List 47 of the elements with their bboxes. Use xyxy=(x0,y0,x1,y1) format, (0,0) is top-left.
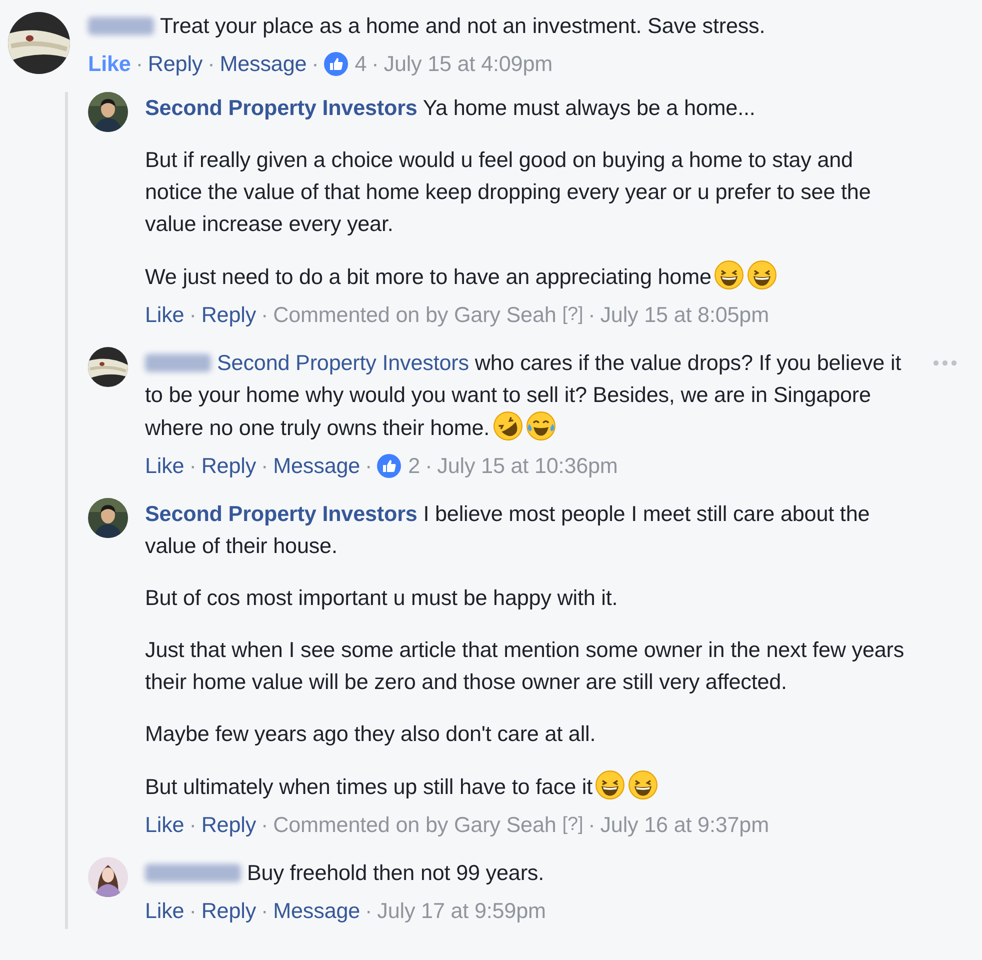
action-link[interactable]: Message xyxy=(220,46,307,82)
commented-by-note: Commented on by Gary Seah xyxy=(273,811,556,839)
comment-text: Buy freehold then not 99 years. xyxy=(145,857,907,889)
author-name[interactable]: Second Property Investors xyxy=(145,95,418,120)
separator-dot: · xyxy=(189,301,196,329)
separator-dot: · xyxy=(312,50,319,78)
separator-dot: · xyxy=(588,811,596,839)
like-link[interactable]: Like xyxy=(145,448,184,484)
separator-dot: · xyxy=(261,452,268,480)
like-link[interactable]: Like xyxy=(145,893,184,929)
comment-text: Just that when I see some article that mention some owner in the next few years their home value will be zero and those owner are still very affected. xyxy=(145,636,906,696)
comment-text: We just need to do a bit more to have an appreciating home xyxy=(145,260,907,293)
action-link[interactable]: Reply xyxy=(201,893,256,929)
action-link[interactable]: Reply xyxy=(201,448,256,484)
separator-dot: · xyxy=(261,897,268,925)
comment-text: Second Property Investors I believe most people I meet still care about the value of their house. xyxy=(145,500,871,560)
like-link[interactable]: Like xyxy=(145,807,184,843)
like-count: 2 xyxy=(408,452,420,480)
comment-text: But ultimately when times up still have to face it xyxy=(145,770,907,803)
separator-dot: · xyxy=(425,452,432,480)
action-link[interactable]: Reply xyxy=(201,807,256,843)
comment-text: But of cos most important u must be happy with it. xyxy=(145,584,619,612)
separator-dot: · xyxy=(588,301,596,329)
separator-dot: · xyxy=(261,301,268,329)
comment-text: Treat your place as a home and not an investment. Save stress. xyxy=(88,10,878,42)
commented-by-note: Commented on by Gary Seah xyxy=(273,301,556,329)
separator-dot: · xyxy=(208,50,215,78)
separator-dot: · xyxy=(365,897,372,925)
action-link[interactable]: Reply xyxy=(201,297,256,333)
separator-dot: · xyxy=(189,897,196,925)
separator-dot: · xyxy=(365,452,372,480)
comment-text: Second Property Investors Ya home must always be a home... xyxy=(145,94,756,122)
separator-dot: · xyxy=(189,811,196,839)
comment-text: Maybe few years ago they also don't care at all. xyxy=(145,720,597,748)
action-link[interactable]: Message xyxy=(273,893,360,929)
separator-dot: · xyxy=(136,50,143,78)
author-name[interactable]: Second Property Investors xyxy=(145,501,418,526)
separator-dot: · xyxy=(189,452,196,480)
action-link[interactable]: Reply xyxy=(148,46,203,82)
action-link[interactable]: Message xyxy=(273,448,360,484)
like-count: 4 xyxy=(354,50,367,78)
comment-text: But if really given a choice would u feel good on buying a home to stay and notice the value of that home keep dropping every year or u prefer to see the value increase every year. xyxy=(145,146,872,238)
comment-text: Second Property Investors who cares if the value drops? If you believe it to be your home why would you want to sell it? Besides, we are in Singapore where no one truly owns their home. xyxy=(145,349,902,443)
like-link[interactable]: Like xyxy=(145,297,184,333)
separator-dot: · xyxy=(261,811,268,839)
separator-dot: · xyxy=(372,50,379,78)
mention-link[interactable]: Second Property Investors xyxy=(217,350,469,375)
